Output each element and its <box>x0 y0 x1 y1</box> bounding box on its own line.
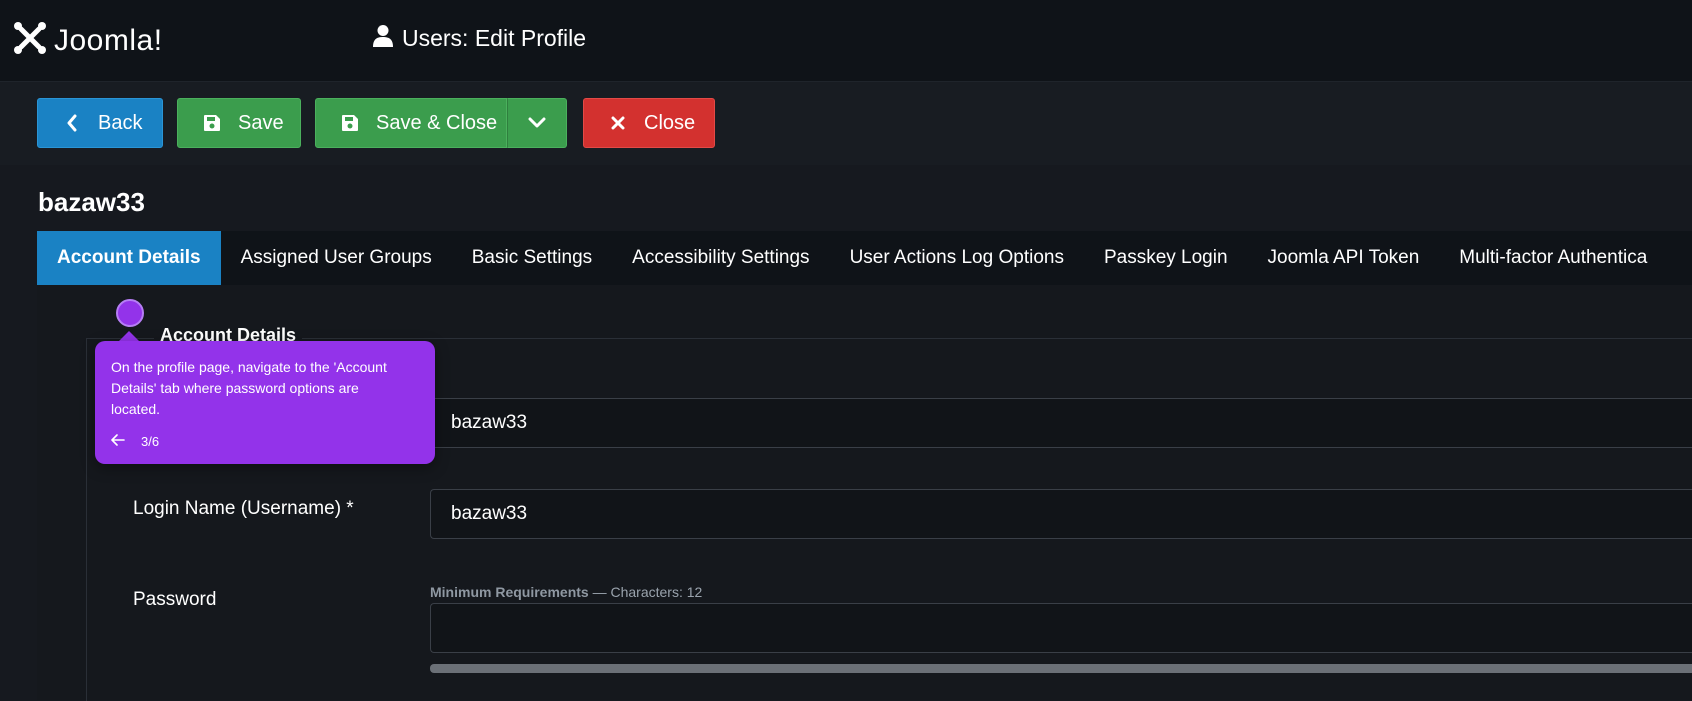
floppy-disk-icon <box>340 113 360 133</box>
tour-tooltip-text: On the profile page, navigate to the 'Ac… <box>111 359 387 417</box>
password-label: Password <box>133 589 217 610</box>
page-heading: Users: Edit Profile <box>372 24 586 53</box>
chevron-left-icon <box>62 113 82 133</box>
tour-step-counter: 3/6 <box>141 434 160 449</box>
toolbar: Back Save Save & Close Close <box>0 82 1692 165</box>
tab-user-actions-log-options[interactable]: User Actions Log Options <box>830 231 1084 285</box>
top-header: Joomla! Users: Edit Profile <box>0 0 1692 82</box>
page-title: Users: Edit Profile <box>402 25 587 51</box>
chevron-down-icon <box>528 112 546 135</box>
joomla-logo[interactable]: Joomla! <box>12 20 163 61</box>
name-field[interactable]: bazaw33 <box>430 398 1692 448</box>
close-icon <box>608 113 628 133</box>
user-icon <box>372 24 394 53</box>
password-hint-detail: — Characters: 12 <box>588 584 703 600</box>
back-button[interactable]: Back <box>37 98 163 148</box>
floppy-disk-icon <box>202 113 222 133</box>
save-button[interactable]: Save <box>177 98 301 148</box>
tour-tooltip: On the profile page, navigate to the 'Ac… <box>95 341 435 464</box>
password-strength-meter <box>430 664 1692 673</box>
tab-bar: Account Details Assigned User Groups Bas… <box>37 231 1692 285</box>
tab-passkey-login[interactable]: Passkey Login <box>1084 231 1248 285</box>
login-name-field[interactable]: bazaw33 <box>430 489 1692 539</box>
save-button-label: Save <box>238 111 284 134</box>
tab-multi-factor-authentication[interactable]: Multi-factor Authentica <box>1439 231 1667 285</box>
password-field[interactable] <box>430 603 1692 653</box>
arrow-left-icon[interactable] <box>111 434 125 449</box>
save-close-button-label: Save & Close <box>376 111 498 134</box>
back-button-label: Back <box>98 111 143 134</box>
tab-assigned-user-groups[interactable]: Assigned User Groups <box>221 231 452 285</box>
save-close-button[interactable]: Save & Close <box>315 98 507 148</box>
password-requirements-hint: Minimum Requirements — Characters: 12 <box>430 584 702 600</box>
password-hint-heading: Minimum Requirements <box>430 584 589 600</box>
tour-navigation: 3/6 <box>111 434 159 449</box>
logo-text: Joomla! <box>54 23 163 57</box>
close-button[interactable]: Close <box>583 98 715 148</box>
tab-accessibility-settings[interactable]: Accessibility Settings <box>612 231 829 285</box>
login-name-label: Login Name (Username) * <box>133 498 354 519</box>
record-title: bazaw33 <box>38 187 145 217</box>
tour-hotspot-marker[interactable] <box>116 299 144 327</box>
tab-account-details[interactable]: Account Details <box>37 231 221 285</box>
tab-basic-settings[interactable]: Basic Settings <box>452 231 612 285</box>
tab-joomla-api-token[interactable]: Joomla API Token <box>1248 231 1440 285</box>
close-button-label: Close <box>644 111 696 134</box>
save-options-dropdown-button[interactable] <box>507 98 567 148</box>
joomla-logo-icon <box>12 20 48 61</box>
